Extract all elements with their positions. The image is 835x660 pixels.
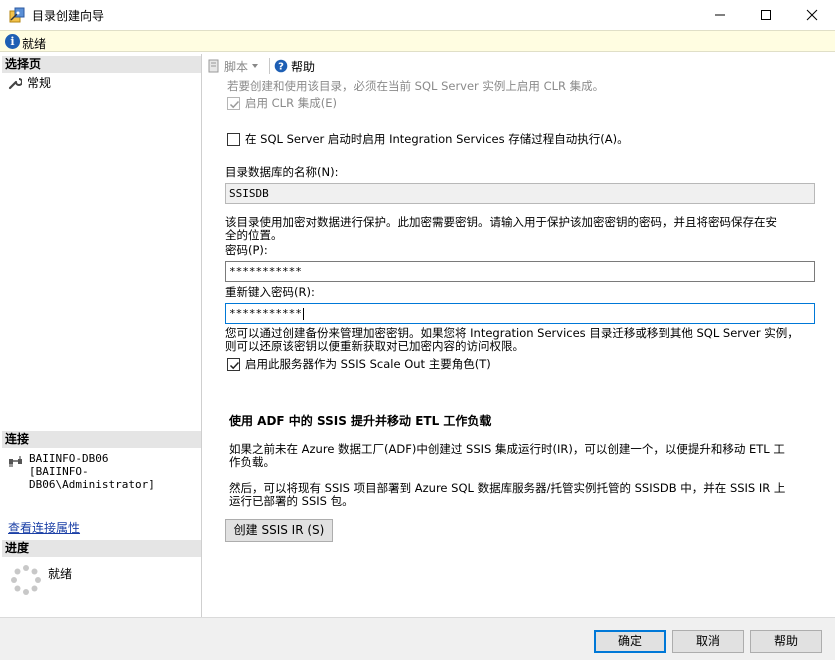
enable-clr-label: 启用 CLR 集成(E) [245, 96, 337, 110]
retype-password-value: *********** [229, 307, 302, 320]
status-text: 就绪 [22, 37, 47, 51]
title-bar: 目录创建向导 [0, 0, 835, 30]
toolbar-help-button[interactable]: ? 帮助 [274, 58, 315, 75]
maximize-button[interactable] [743, 0, 789, 30]
chevron-down-icon [252, 64, 259, 68]
connection-header: 连接 [2, 431, 201, 448]
toolbar: 脚本 ? 帮助 [203, 54, 835, 78]
info-icon: i [5, 34, 20, 49]
wrench-icon [8, 77, 22, 89]
connection-icon [9, 456, 22, 467]
checkmark-icon [229, 100, 240, 109]
minimize-icon [715, 14, 725, 16]
progress-spinner-icon [11, 565, 41, 595]
cancel-button[interactable]: 取消 [672, 630, 744, 653]
help-button[interactable]: 帮助 [750, 630, 822, 653]
script-button[interactable]: 脚本 [207, 58, 259, 75]
db-name-label: 目录数据库的名称(N): [225, 165, 339, 179]
catalog-wizard-icon [9, 7, 25, 23]
main-content: 脚本 ? 帮助 若要创建和使用该目录，必须在当前 SQL Server 实例上启… [203, 54, 835, 617]
minimize-button[interactable] [697, 0, 743, 30]
clr-note: 若要创建和使用该目录，必须在当前 SQL Server 实例上启用 CLR 集成… [227, 79, 605, 93]
maximize-icon [761, 10, 771, 20]
adf-heading: 使用 ADF 中的 SSIS 提升并移动 ETL 工作负载 [229, 414, 492, 428]
help-icon: ? [274, 59, 288, 73]
password-label: 密码(P): [225, 243, 268, 257]
select-page-header: 选择页 [2, 56, 201, 73]
scaleout-label: 启用此服务器作为 SSIS Scale Out 主要角色(T) [245, 357, 491, 371]
deploy-note-line2: 运行已部署的 SSIS 包。 [229, 494, 354, 508]
scaleout-checkbox[interactable] [227, 358, 240, 371]
close-button[interactable] [789, 0, 835, 30]
checkmark-icon [229, 361, 240, 370]
progress-header: 进度 [2, 540, 201, 557]
connection-user: [BAIINFO-DB06\Administrator] [29, 465, 155, 491]
adf-note-line1: 如果之前未在 Azure 数据工厂(ADF)中创建过 SSIS 集成运行时(IR… [229, 442, 785, 456]
script-icon [208, 59, 219, 73]
retype-password-label: 重新键入密码(R): [225, 285, 315, 299]
nav-item-general[interactable]: 常规 [8, 74, 51, 91]
password-field[interactable]: *********** [225, 261, 815, 282]
db-name-field[interactable]: SSISDB [225, 183, 815, 204]
retype-password-field[interactable]: *********** [225, 303, 815, 324]
svg-text:?: ? [278, 62, 284, 73]
nav-item-label: 常规 [27, 76, 52, 90]
create-ssis-ir-button[interactable]: 创建 SSIS IR (S) [225, 519, 333, 542]
auto-exec-label: 在 SQL Server 启动时启用 Integration Services … [245, 132, 629, 146]
status-bar: i 就绪 [0, 30, 835, 52]
text-caret [302, 308, 304, 320]
enable-clr-checkbox[interactable] [227, 97, 240, 110]
toolbar-separator [269, 58, 271, 74]
dialog-footer: 确定 取消 帮助 [0, 617, 835, 660]
left-panel: 选择页 常规 连接 BAIINFO-DB06 [BAIINFO-DB06\Adm… [0, 54, 202, 617]
close-icon [806, 9, 818, 21]
progress-status: 就绪 [48, 567, 73, 581]
adf-note-line2: 作负载。 [229, 455, 275, 469]
backup-note-line2: 则可以还原该密钥以便重新获取对已加密内容的访问权限。 [225, 339, 524, 353]
ok-button[interactable]: 确定 [594, 630, 666, 653]
script-label: 脚本 [224, 59, 249, 74]
encrypt-note-line1: 该目录使用加密对数据进行保护。此加密需要密钥。请输入用于保护该加密密钥的密码，并… [225, 215, 777, 229]
encrypt-note-line2: 全的位置。 [225, 228, 283, 242]
toolbar-help-label: 帮助 [291, 59, 316, 74]
view-connection-properties-link[interactable]: 查看连接属性 [8, 519, 80, 536]
auto-exec-checkbox[interactable] [227, 133, 240, 146]
connection-server: BAIINFO-DB06 [29, 452, 109, 465]
window-title: 目录创建向导 [32, 9, 105, 23]
